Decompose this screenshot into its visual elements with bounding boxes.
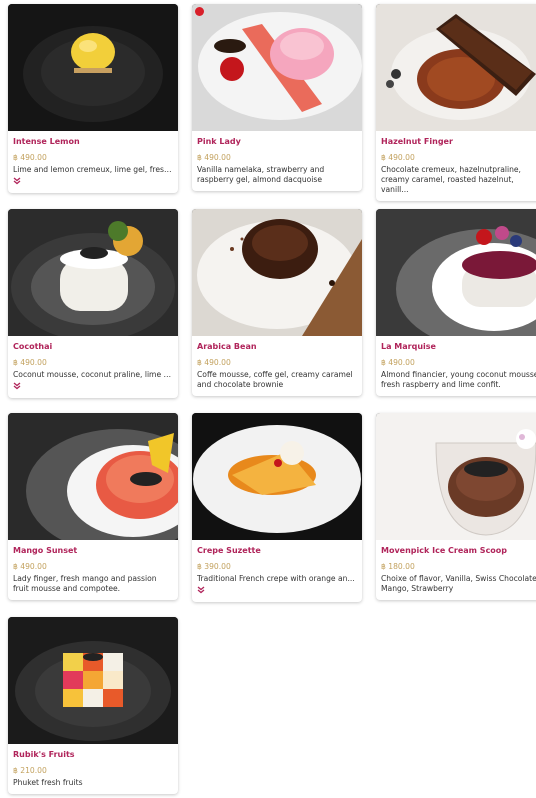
- dish-photo: [376, 4, 536, 131]
- item-description: Vanilla namelaka, strawberry and raspber…: [197, 165, 325, 184]
- menu-item-card-movenpick-ice-cream-scoop[interactable]: Movenpick Ice Cream Scoop ฿ 180.00 Choix…: [376, 413, 536, 600]
- chevron-double-down-icon[interactable]: [13, 382, 23, 392]
- item-description: Traditional French crepe with orange an.…: [197, 574, 355, 583]
- item-name: Hazelnut Finger: [381, 137, 453, 146]
- item-description: Lime and lemon cremeux, lime gel, fresh.…: [13, 165, 173, 174]
- item-description: Almond financier, young coconut mousse, …: [381, 370, 536, 389]
- item-price: ฿ 490.00: [13, 358, 47, 367]
- chevron-double-down-icon[interactable]: [197, 586, 207, 596]
- item-price: ฿ 490.00: [381, 358, 415, 367]
- item-price: ฿ 490.00: [381, 153, 415, 162]
- item-name: Cocothai: [13, 342, 53, 351]
- dish-photo: [8, 617, 178, 744]
- item-name: Mango Sunset: [13, 546, 78, 555]
- item-name: Pink Lady: [197, 137, 241, 146]
- dish-photo: [192, 209, 362, 336]
- item-description: Chocolate cremeux, hazelnutpraline, crea…: [381, 165, 521, 194]
- menu-item-card-hazelnut-finger[interactable]: Hazelnut Finger ฿ 490.00 Chocolate creme…: [376, 4, 536, 201]
- dish-photo: [192, 4, 362, 131]
- item-name: Rubik's Fruits: [13, 750, 75, 759]
- menu-item-card-rubiks-fruits[interactable]: Rubik's Fruits ฿ 210.00 Phuket fresh fru…: [8, 617, 178, 794]
- dish-photo: [8, 413, 178, 540]
- item-price: ฿ 180.00: [381, 562, 415, 571]
- item-name: Intense Lemon: [13, 137, 80, 146]
- item-description: Coconut mousse, coconut praline, lime g.…: [13, 370, 173, 379]
- dish-photo: [8, 4, 178, 131]
- menu-item-card-pink-lady[interactable]: Pink Lady ฿ 490.00 Vanilla namelaka, str…: [192, 4, 362, 191]
- item-price: ฿ 490.00: [13, 153, 47, 162]
- status-dot-icon: [195, 7, 204, 16]
- item-name: Arabica Bean: [197, 342, 257, 351]
- item-name: Crepe Suzette: [197, 546, 261, 555]
- item-price: ฿ 390.00: [197, 562, 231, 571]
- item-price: ฿ 490.00: [197, 358, 231, 367]
- item-description: Phuket fresh fruits: [13, 778, 83, 787]
- item-name: Movenpick Ice Cream Scoop: [381, 546, 508, 555]
- dish-photo: [376, 413, 536, 540]
- menu-item-card-mango-sunset[interactable]: Mango Sunset ฿ 490.00 Lady finger, fresh…: [8, 413, 178, 600]
- item-description: Coffe mousse, coffe gel, creamy caramel …: [197, 370, 353, 389]
- menu-item-card-la-marquise[interactable]: La Marquise ฿ 490.00 Almond financier, y…: [376, 209, 536, 396]
- menu-item-card-intense-lemon[interactable]: Intense Lemon ฿ 490.00 Lime and lemon cr…: [8, 4, 178, 193]
- item-description: Lady finger, fresh mango and passion fru…: [13, 574, 157, 593]
- item-description: Choixe of flavor, Vanilla, Swiss Chocola…: [381, 574, 536, 593]
- dish-photo: [192, 413, 362, 540]
- dish-photo: [8, 209, 178, 336]
- item-price: ฿ 490.00: [197, 153, 231, 162]
- chevron-double-down-icon[interactable]: [13, 177, 23, 187]
- item-price: ฿ 210.00: [13, 766, 47, 775]
- menu-item-card-arabica-bean[interactable]: Arabica Bean ฿ 490.00 Coffe mousse, coff…: [192, 209, 362, 396]
- dish-photo: [376, 209, 536, 336]
- menu-item-card-crepe-suzette[interactable]: Crepe Suzette ฿ 390.00 Traditional Frenc…: [192, 413, 362, 602]
- item-price: ฿ 490.00: [13, 562, 47, 571]
- menu-item-card-cocothai[interactable]: Cocothai ฿ 490.00 Coconut mousse, coconu…: [8, 209, 178, 398]
- item-name: La Marquise: [381, 342, 436, 351]
